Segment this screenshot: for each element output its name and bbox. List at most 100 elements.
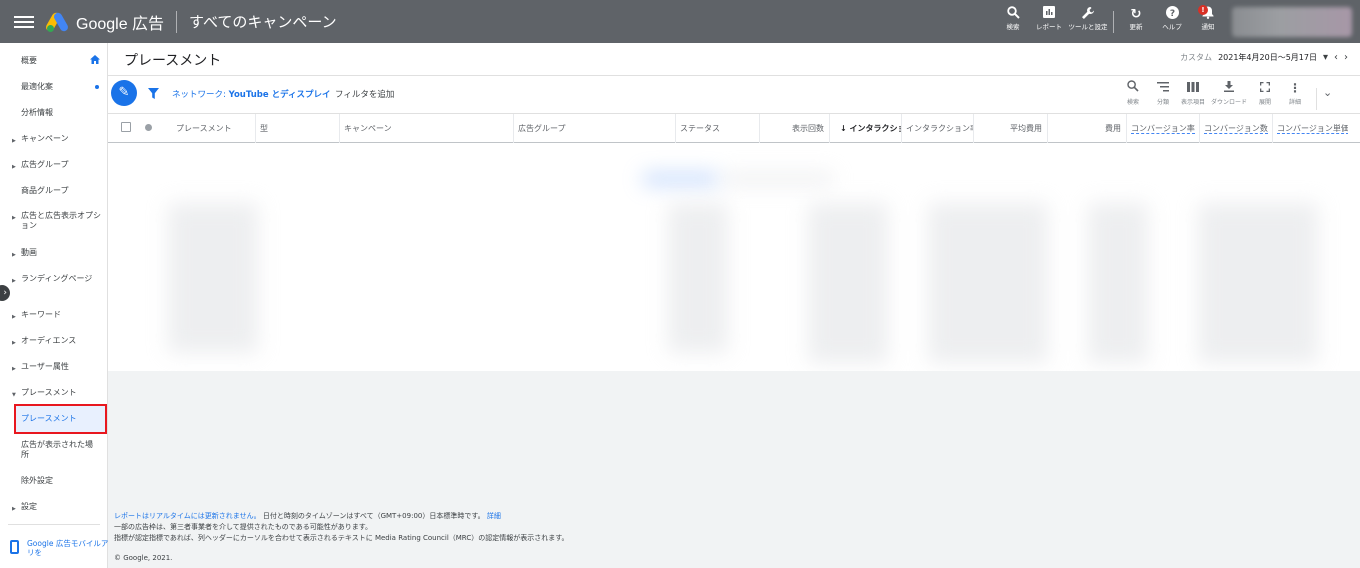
column-header-interactions[interactable]: ↓ インタラクション	[830, 114, 902, 143]
account-title[interactable]: すべてのキャンペーン	[189, 11, 337, 32]
date-label: カスタム	[1180, 53, 1213, 62]
search-icon	[1006, 6, 1020, 24]
expand-arrow-icon: ▶	[12, 278, 16, 284]
sidebar-collapse-chevron-icon[interactable]: ›	[0, 285, 10, 301]
reports-label: レポート	[1036, 23, 1062, 31]
google-ads-logo-icon[interactable]	[44, 10, 70, 33]
sidebar-item-label: キャンペーン	[21, 134, 69, 143]
recommendation-dot-icon	[95, 85, 99, 89]
column-header-cost[interactable]: 費用	[1048, 114, 1127, 143]
date-range-picker[interactable]: カスタム 2021年4月20日～5月17日 ▾ ‹ ›	[1180, 52, 1348, 63]
table-search-button[interactable]: 検索	[1118, 80, 1148, 110]
column-header-cost-per-conversion[interactable]: コンバージョン単価	[1273, 114, 1348, 143]
sidebar-item-label: 最適化案	[21, 82, 53, 91]
tools-settings-button[interactable]: ツールと設定	[1067, 6, 1109, 33]
refresh-button[interactable]: ↻ 更新	[1118, 6, 1154, 33]
download-button[interactable]: ダウンロード	[1208, 80, 1250, 110]
footer-line-3: 指標が認定指標であれば、列ヘッダーにカーソルを合わせて表示されるテキストに Me…	[114, 534, 569, 542]
account-avatar[interactable]	[1232, 7, 1352, 37]
reports-icon	[1043, 6, 1055, 24]
search-button[interactable]: 検索	[995, 6, 1031, 33]
segment-label: 分類	[1156, 99, 1169, 106]
expand-arrow-icon: ▶	[12, 366, 16, 372]
search-icon	[1127, 80, 1139, 97]
more-label: 詳細	[1288, 99, 1301, 106]
column-header-avg-cost[interactable]: 平均費用	[974, 114, 1048, 143]
column-header-label: 平均費用	[1010, 124, 1042, 133]
notifications-button[interactable]: 通知	[1190, 6, 1226, 33]
column-header-interaction-rate[interactable]: インタラクション率	[902, 114, 974, 143]
column-header-label: キャンペーン	[344, 124, 392, 133]
add-filter-button[interactable]: フィルタを追加	[335, 88, 394, 100]
column-header-status[interactable]: ステータス	[676, 114, 760, 143]
notification-badge: !	[1198, 5, 1208, 15]
menu-icon[interactable]	[14, 15, 34, 28]
help-label: ヘルプ	[1162, 23, 1182, 31]
chevron-down-icon[interactable]: ⌄	[1323, 86, 1332, 110]
expand-label: 展開	[1258, 99, 1271, 106]
reports-button[interactable]: レポート	[1031, 6, 1067, 33]
column-header-campaign[interactable]: キャンペーン	[340, 114, 514, 143]
phone-icon	[10, 540, 19, 554]
copyright: © Google, 2021.	[114, 554, 173, 562]
selection-highlight-box	[14, 404, 107, 434]
sidebar-item-label: 動画	[21, 248, 37, 257]
filter-funnel-icon[interactable]	[148, 88, 159, 99]
chevron-left-icon[interactable]: ‹	[1334, 52, 1338, 63]
main-content: プレースメント カスタム 2021年4月20日～5月17日 ▾ ‹ › ✎ ネッ…	[108, 43, 1360, 568]
help-button[interactable]: ? ヘルプ	[1154, 6, 1190, 33]
mobile-app-label: Google 広告モバイルアプリを	[27, 539, 116, 557]
notifications-label: 通知	[1201, 23, 1215, 31]
dropdown-arrow-icon[interactable]: ▾	[1323, 52, 1328, 63]
home-icon	[90, 55, 100, 64]
column-header-conversion-rate[interactable]: コンバージョン率	[1127, 114, 1200, 143]
column-header-conversions[interactable]: コンバージョン数	[1200, 114, 1273, 143]
sidebar-item-label: ランディングページ	[21, 274, 93, 283]
select-all-checkbox[interactable]	[121, 122, 131, 132]
download-label: ダウンロード	[1210, 99, 1247, 106]
columns-button[interactable]: 表示項目	[1178, 80, 1208, 110]
expand-arrow-icon: ▶	[12, 252, 16, 258]
sidebar: 概要 最適化案 分析情報 ▶ キャンペーン ▶ 広告グループ 商品グループ ▶ 広告と…	[0, 43, 116, 568]
tools-divider	[1113, 11, 1114, 33]
realtime-notice-link[interactable]: レポートはリアルタイムには更新されません。	[114, 512, 261, 520]
sidebar-item-label: 広告と広告表示オプション	[21, 211, 101, 230]
column-header-label: 費用	[1105, 124, 1121, 133]
filter-bar: ✎ ネットワーク: YouTube とディスプレイ フィルタを追加 検索 分類 …	[108, 76, 1360, 114]
column-header-ad-group[interactable]: 広告グループ	[514, 114, 676, 143]
column-header-impressions[interactable]: 表示回数	[760, 114, 830, 143]
sidebar-item-label: 商品グループ	[21, 186, 69, 195]
table-tools: 検索 分類 表示項目 ダウンロード 展開 ⋮ 詳細 ⌄	[1118, 80, 1332, 110]
chevron-right-icon[interactable]: ›	[1344, 52, 1348, 63]
column-header-placement[interactable]: プレースメント	[172, 114, 256, 143]
network-filter-prefix: ネットワーク:	[172, 90, 229, 100]
refresh-icon: ↻	[1130, 7, 1142, 22]
table-body-blurred	[108, 143, 1360, 371]
download-icon	[1224, 80, 1234, 97]
date-range-value[interactable]: 2021年4月20日～5月17日	[1218, 52, 1317, 63]
help-icon: ?	[1165, 6, 1179, 24]
top-tools: 検索 レポート ツールと設定 ↻ 更新 ? ヘルプ 通知	[995, 6, 1226, 33]
details-link[interactable]: 詳細	[487, 512, 501, 520]
sidebar-divider	[8, 524, 100, 525]
sidebar-item-label: キーワード	[21, 310, 61, 319]
blurred-content	[723, 173, 833, 185]
fullscreen-icon	[1260, 80, 1270, 97]
network-filter-chip[interactable]: ネットワーク: YouTube とディスプレイ	[172, 88, 330, 100]
timezone-notice: 日付と時刻のタイムゾーンはすべて（GMT+09:00）日本標準時です。	[262, 512, 485, 520]
divider	[176, 10, 178, 33]
column-header-label: 型	[260, 124, 268, 133]
sidebar-item-label: 広告が表示された場所	[21, 440, 93, 459]
edit-pencil-icon[interactable]: ✎	[111, 80, 137, 106]
column-header-label: コンバージョン数	[1204, 124, 1268, 134]
expand-arrow-icon: ▶	[12, 215, 16, 221]
segment-button[interactable]: 分類	[1148, 80, 1178, 110]
expand-button[interactable]: 展開	[1250, 80, 1280, 110]
column-header-type[interactable]: 型	[256, 114, 340, 143]
expand-arrow-icon: ▶	[12, 138, 16, 144]
blurred-content	[643, 173, 718, 185]
page-header: プレースメント カスタム 2021年4月20日～5月17日 ▾ ‹ ›	[108, 43, 1360, 76]
more-button[interactable]: ⋮ 詳細	[1280, 80, 1310, 110]
tools-settings-label: ツールと設定	[1068, 23, 1108, 31]
brand-name[interactable]: Google 広告	[76, 10, 164, 34]
